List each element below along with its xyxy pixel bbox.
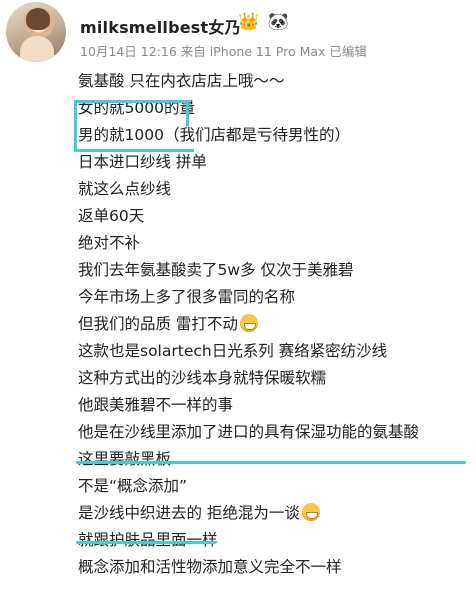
post-line: 这款也是solartech日光系列 赛络紧密纺沙线 xyxy=(78,342,388,360)
user-badges: 👑 🐼 xyxy=(238,12,292,32)
post-line-text: 是沙线中织进去的 拒绝混为一谈 xyxy=(78,504,300,522)
post-line: 今年市场上多了很多雷同的名称 xyxy=(78,288,296,306)
post-line: 返单60天 xyxy=(78,207,145,225)
post-line: 就这么点纱线 xyxy=(78,180,172,198)
avatar-figure xyxy=(20,36,54,62)
post-line: 日本进口纱线 拼单 xyxy=(78,153,207,171)
post-line: 他跟美雅碧不一样的事 xyxy=(78,396,234,414)
post-line: 绝对不补 xyxy=(78,234,141,252)
avatar[interactable] xyxy=(6,2,66,62)
highlight-box xyxy=(74,100,188,152)
username[interactable]: milksmellbest女乃 xyxy=(80,14,241,38)
panda-icon: 🐼 xyxy=(267,12,289,32)
grin-emoji-icon xyxy=(239,314,258,332)
post-line: 这种方式出的沙线本身就特保暖软糯 xyxy=(78,369,327,387)
post-line: 概念添加和活性物添加意义完全不一样 xyxy=(78,558,342,576)
grin-emoji-icon xyxy=(301,503,320,521)
highlight-underline xyxy=(76,461,466,464)
crown-icon: 👑 xyxy=(238,12,260,32)
post-line: 我们去年氨基酸卖了5w多 仅次于美雅碧 xyxy=(78,261,354,279)
post-line-with-emoji: 但我们的品质 雷打不动 xyxy=(78,311,473,338)
post-meta: 10月14日 12:16 来自 iPhone 11 Pro Max 已编辑 xyxy=(80,44,367,59)
highlight-box-extension xyxy=(74,149,194,152)
post-line: 不是“概念添加” xyxy=(78,477,188,495)
post-line-text: 但我们的品质 雷打不动 xyxy=(78,315,238,333)
post-line-with-emoji: 是沙线中织进去的 拒绝混为一谈 xyxy=(78,500,473,527)
post-line: 氨基酸 只在内衣店店上哦～～ xyxy=(78,72,285,90)
avatar-hair xyxy=(26,8,50,30)
post-line: 他是在沙线里添加了进口的具有保湿功能的氨基酸 xyxy=(78,423,420,441)
highlight-box-edge xyxy=(186,100,189,126)
post-line: 这里要敲黑板 xyxy=(78,450,172,468)
highlight-underline xyxy=(76,541,216,544)
